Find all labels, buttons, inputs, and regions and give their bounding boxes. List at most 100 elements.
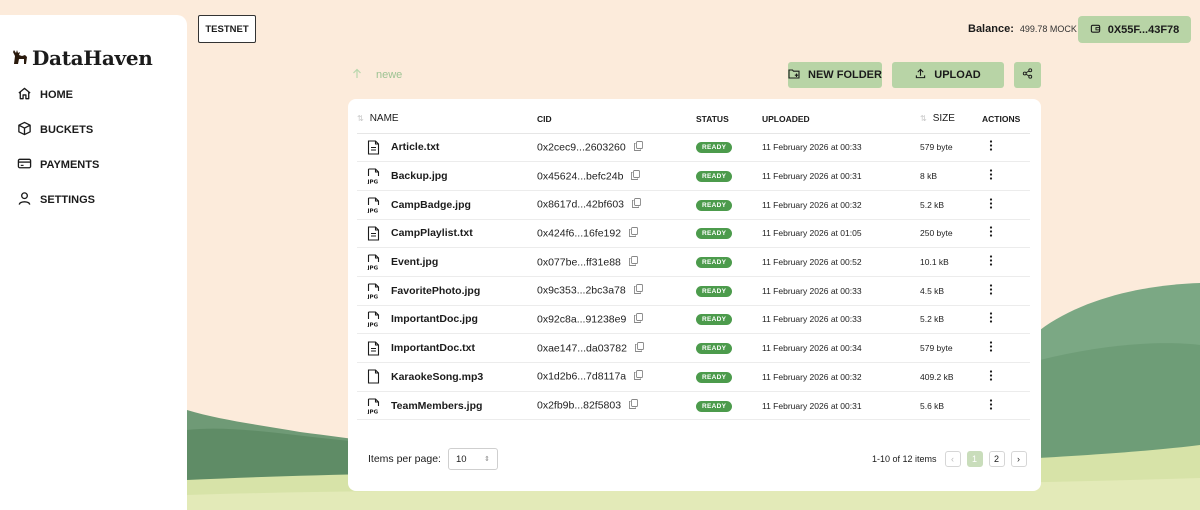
status-badge: READY — [696, 257, 733, 269]
size-cell: 5.2 kB — [920, 190, 982, 220]
column-header-name[interactable]: ⇅ NAME — [357, 105, 537, 134]
balance-value: 499.78 MOCK — [1019, 24, 1077, 34]
table-row[interactable]: CampPlaylist.txt 0x424f6...16fe192 READY 11… — [357, 219, 1030, 249]
file-icon — [366, 369, 380, 385]
file-name-cell[interactable]: Article.txt — [357, 133, 537, 163]
more-vertical-icon[interactable] — [984, 370, 998, 384]
items-per-page-value: 10 — [455, 453, 467, 465]
sidebar-item-settings[interactable]: SETTINGS — [17, 182, 99, 217]
file-name-cell[interactable]: JPG Backup.jpg — [357, 161, 537, 191]
brand-name: DataHaven — [32, 46, 153, 70]
svg-text:JPG: JPG — [367, 266, 379, 271]
copy-icon[interactable] — [633, 140, 643, 154]
status-badge: READY — [696, 285, 733, 297]
status-cell: READY — [696, 276, 762, 306]
table-row[interactable]: JPG FavoritePhoto.jpg 0x9c353...2bc3a78 REA… — [357, 276, 1030, 306]
file-name-cell[interactable]: JPG FavoritePhoto.jpg — [357, 276, 537, 306]
cid-cell: 0x424f6...16fe192 — [537, 219, 696, 249]
more-vertical-icon[interactable] — [984, 226, 998, 240]
next-page-button[interactable]: › — [1010, 451, 1027, 467]
status-badge: READY — [696, 171, 733, 183]
file-name-cell[interactable]: JPG Event.jpg — [357, 247, 537, 277]
column-header-cid: CID — [537, 105, 696, 134]
more-vertical-icon[interactable] — [984, 140, 998, 154]
sidebar-item-home[interactable]: HOME — [17, 77, 99, 112]
status-badge: READY — [696, 400, 733, 412]
table-row[interactable]: JPG ImportantDoc.jpg 0x92c8a...91238e9 READ… — [357, 305, 1030, 335]
actions-cell — [982, 247, 1030, 277]
text-file-icon — [366, 139, 380, 155]
page-button-1[interactable]: 1 — [966, 451, 983, 467]
status-cell: READY — [696, 133, 762, 163]
file-name: Article.txt — [391, 141, 440, 154]
status-badge: READY — [696, 371, 733, 383]
more-vertical-icon[interactable] — [984, 312, 998, 326]
folder-breadcrumb: newe — [352, 68, 402, 82]
items-per-page-select[interactable]: 10 ⇕ — [447, 448, 498, 470]
jpg-file-icon: JPG — [366, 254, 380, 270]
card-icon — [17, 156, 32, 174]
copy-icon[interactable] — [634, 313, 644, 326]
sort-icon: ⇅ — [357, 114, 364, 124]
more-vertical-icon[interactable] — [984, 398, 998, 413]
copy-icon[interactable] — [633, 284, 643, 297]
status-badge: READY — [696, 343, 733, 355]
more-vertical-icon[interactable] — [984, 169, 998, 183]
file-name-cell[interactable]: CampPlaylist.txt — [357, 219, 537, 249]
wallet-button[interactable]: 0X55F...43F78 — [1078, 16, 1191, 43]
column-header-size[interactable]: ⇅ SIZE — [920, 105, 982, 134]
size-cell: 579 byte — [920, 133, 982, 163]
file-name-cell[interactable]: JPG CampBadge.jpg — [357, 190, 537, 220]
new-folder-button[interactable]: NEW FOLDER — [788, 62, 882, 88]
table-row[interactable]: JPG CampBadge.jpg 0x8617d...42bf603 READY 11… — [357, 190, 1030, 220]
file-name: Event.jpg — [391, 256, 439, 269]
actions-cell — [982, 305, 1030, 335]
uploaded-cell: 11 February 2026 at 00:33 — [762, 276, 920, 306]
cid-cell: 0x1d2b6...7d8117a — [537, 362, 696, 392]
brand-logo[interactable]: DataHaven — [11, 45, 153, 71]
cid-value: 0xae147...da03782 — [537, 341, 627, 354]
user-icon — [17, 191, 32, 209]
files-table: ⇅ NAME CID STATUS UPLOADED ⇅ SIZE ACTIONS … — [357, 105, 1030, 421]
table-row[interactable]: KaraokeSong.mp3 0x1d2b6...7d8117a READY 11 … — [357, 362, 1030, 392]
copy-icon[interactable] — [629, 399, 639, 412]
up-arrow-icon[interactable] — [352, 68, 362, 82]
copy-icon[interactable] — [628, 255, 638, 269]
pagination: 1-10 of 12 items ‹ 1 2 › — [872, 451, 1027, 467]
file-name-cell[interactable]: JPG ImportantDoc.jpg — [357, 305, 537, 335]
table-row[interactable]: JPG Event.jpg 0x077be...ff31e88 READY 11 Feb… — [357, 247, 1030, 277]
status-cell: READY — [696, 333, 762, 363]
copy-icon[interactable] — [632, 198, 641, 211]
table-row[interactable]: ImportantDoc.txt 0xae147...da03782 READY 11… — [357, 333, 1030, 363]
share-button[interactable] — [1014, 62, 1041, 88]
copy-icon[interactable] — [629, 226, 639, 240]
cid-cell: 0x077be...ff31e88 — [537, 247, 696, 277]
sidebar-item-buckets[interactable]: BUCKETS — [17, 112, 99, 147]
actions-cell — [982, 391, 1030, 421]
more-vertical-icon[interactable] — [984, 255, 998, 269]
file-name-cell[interactable]: KaraokeSong.mp3 — [357, 362, 537, 392]
network-button[interactable]: TESTNET — [198, 15, 256, 43]
more-vertical-icon[interactable] — [984, 284, 998, 298]
more-vertical-icon[interactable] — [984, 198, 998, 212]
file-name-cell[interactable]: ImportantDoc.txt — [357, 333, 537, 363]
previous-page-button[interactable]: ‹ — [944, 451, 961, 467]
table-row[interactable]: JPG Backup.jpg 0x45624...befc24b READY 11 Fe… — [357, 161, 1030, 191]
table-row[interactable]: JPG TeamMembers.jpg 0x2fb9b...82f5803 READY… — [357, 391, 1030, 421]
uploaded-cell: 11 February 2026 at 00:32 — [762, 362, 920, 392]
file-name: CampPlaylist.txt — [391, 227, 473, 240]
sidebar-item-payments[interactable]: PAYMENTS — [17, 147, 99, 182]
uploaded-cell: 11 February 2026 at 00:33 — [762, 305, 920, 335]
file-name-cell[interactable]: JPG TeamMembers.jpg — [357, 391, 537, 421]
new-folder-label: NEW FOLDER — [808, 69, 882, 81]
copy-icon[interactable] — [634, 341, 644, 355]
more-vertical-icon[interactable] — [984, 341, 998, 355]
svg-text:JPG: JPG — [367, 180, 379, 185]
copy-icon[interactable] — [634, 370, 644, 383]
table-row[interactable]: Article.txt 0x2cec9...2603260 READY 11 Febr… — [357, 133, 1030, 163]
upload-button[interactable]: UPLOAD — [892, 62, 1004, 88]
page-button-2[interactable]: 2 — [988, 451, 1005, 467]
cid-value: 0x8617d...42bf603 — [537, 198, 624, 211]
copy-icon[interactable] — [631, 169, 641, 183]
share-icon — [1022, 68, 1033, 82]
